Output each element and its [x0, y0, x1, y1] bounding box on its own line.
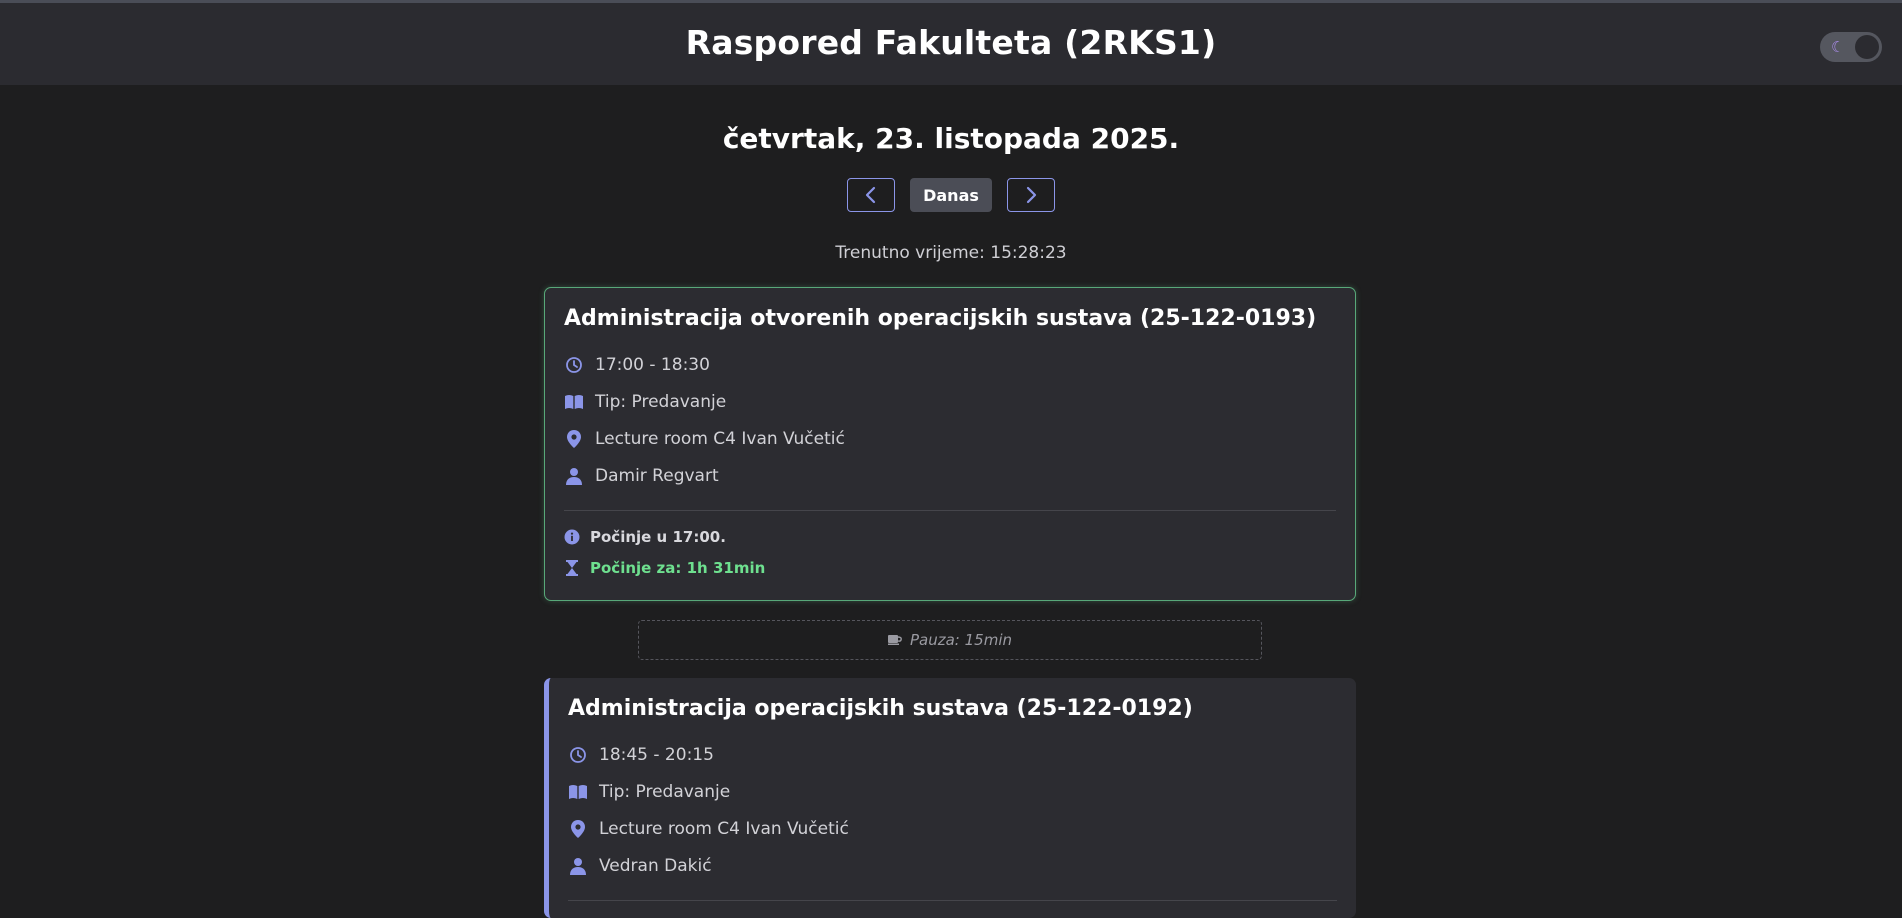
- lecture-title: Administracija otvorenih operacijskih su…: [564, 306, 1317, 331]
- theme-toggle[interactable]: ☾: [1820, 32, 1882, 62]
- lecture-lecturer-row: Vedran Dakić: [568, 854, 712, 878]
- lecture-status: Počinje u 17:00.: [590, 528, 726, 546]
- lecture-type-row: Tip: Predavanje: [568, 780, 730, 804]
- lecture-lecturer: Vedran Dakić: [599, 856, 712, 876]
- toggle-knob: [1855, 35, 1879, 59]
- lecture-time: 18:45 - 20:15: [599, 745, 714, 765]
- lecture-card[interactable]: Administracija operacijskih sustava (25-…: [544, 678, 1356, 918]
- lecture-type: Tip: Predavanje: [599, 782, 731, 802]
- current-time: Trenutno vrijeme: 15:28:23: [835, 243, 1067, 263]
- lecture-title: Administracija operacijskih sustava (25-…: [568, 696, 1193, 721]
- today-button[interactable]: Danas: [910, 178, 992, 212]
- app-title: Raspored Fakulteta (2RKS1): [685, 23, 1217, 62]
- pause-block: Pauza: 15min: [638, 620, 1262, 660]
- lecture-room-row: Lecture room C4 Ivan Vučetić: [568, 817, 849, 841]
- lecture-countdown-row: Počinje za: 1h 31min: [564, 557, 765, 579]
- next-day-button[interactable]: [1007, 178, 1055, 212]
- book-icon: [568, 782, 588, 802]
- lecture-time-row: 18:45 - 20:15: [568, 743, 714, 767]
- moon-icon: ☾: [1831, 38, 1845, 56]
- coffee-icon: [887, 631, 902, 649]
- previous-day-button[interactable]: [847, 178, 895, 212]
- pause-label: Pauza: 15min: [909, 631, 1012, 649]
- chevron-right-icon: [1026, 186, 1037, 204]
- lecture-time-row: 17:00 - 18:30: [564, 353, 710, 377]
- lecture-status-row: Počinje u 17:00.: [564, 526, 726, 548]
- book-icon: [564, 392, 584, 412]
- clock-icon: [568, 745, 588, 765]
- location-pin-icon: [564, 429, 584, 449]
- date-navigation: Danas: [0, 177, 1902, 213]
- card-divider: [564, 510, 1336, 511]
- lecture-lecturer: Damir Regvart: [595, 466, 719, 486]
- lecture-room: Lecture room C4 Ivan Vučetić: [599, 819, 849, 839]
- clock-icon: [564, 355, 584, 375]
- app-header: Raspored Fakulteta (2RKS1) ☾: [0, 3, 1902, 85]
- lecture-time: 17:00 - 18:30: [595, 355, 710, 375]
- lecture-lecturer-row: Damir Regvart: [564, 464, 719, 488]
- card-divider: [568, 900, 1337, 901]
- person-icon: [568, 856, 588, 876]
- lecture-type: Tip: Predavanje: [595, 392, 727, 412]
- lecture-countdown: Počinje za: 1h 31min: [590, 559, 766, 577]
- date-heading: četvrtak, 23. listopada 2025.: [722, 122, 1180, 155]
- lecture-card[interactable]: Administracija otvorenih operacijskih su…: [544, 287, 1356, 601]
- lecture-room: Lecture room C4 Ivan Vučetić: [595, 429, 845, 449]
- lecture-room-row: Lecture room C4 Ivan Vučetić: [564, 427, 845, 451]
- chevron-left-icon: [865, 186, 876, 204]
- lecture-type-row: Tip: Predavanje: [564, 390, 726, 414]
- hourglass-icon: [564, 560, 580, 576]
- person-icon: [564, 466, 584, 486]
- info-icon: [564, 529, 580, 545]
- location-pin-icon: [568, 819, 588, 839]
